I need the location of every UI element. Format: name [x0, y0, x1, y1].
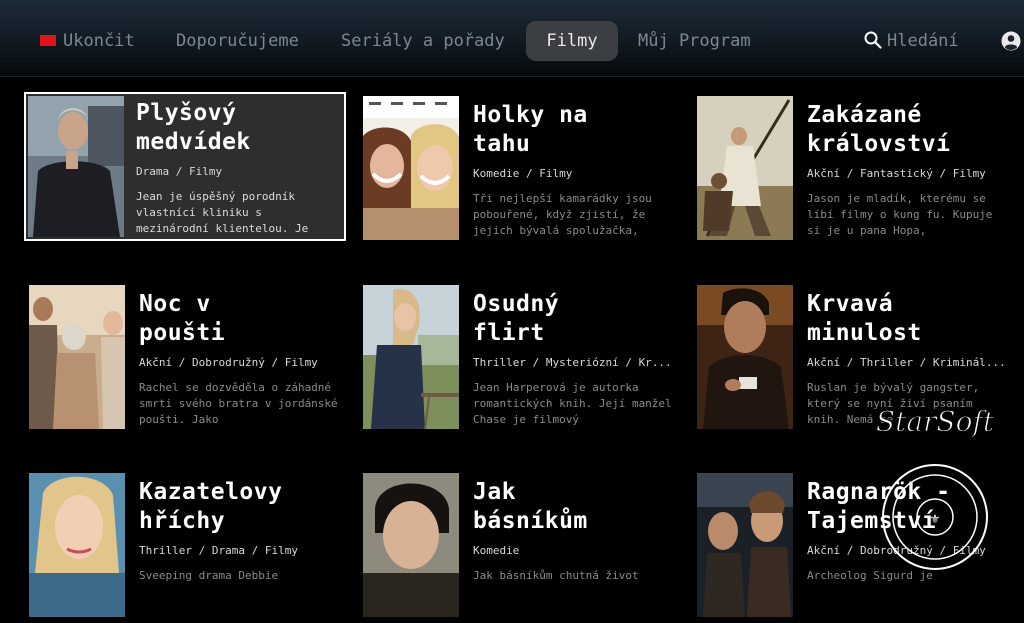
- movie-card[interactable]: Holky na tahu Komedie / Filmy Tři nejlep…: [363, 96, 681, 246]
- movie-card[interactable]: Osudný flirt Thriller / Mysteriózní / Kr…: [363, 285, 681, 435]
- movie-genres: Thriller / Mysteriózní / Kr...: [473, 356, 672, 369]
- movie-card[interactable]: Zakázané království Akční / Fantastický …: [697, 96, 1015, 246]
- movie-title-line2: minulost: [807, 320, 922, 346]
- movie-title-line1: Ragnarök -: [807, 479, 951, 505]
- movie-title-line2: flirt: [473, 320, 545, 346]
- movie-poster: [697, 96, 793, 240]
- search-button[interactable]: Hledání: [887, 21, 959, 61]
- movie-genres: Akční / Fantastický / Filmy: [807, 167, 986, 180]
- tab-series[interactable]: Seriály a pořady: [341, 21, 505, 61]
- tab-my-program[interactable]: Můj Program: [638, 21, 751, 61]
- movie-description: Jean je úspěšný porodník vlastnící klini…: [136, 190, 309, 235]
- movie-description: Rachel se dozvěděla o záhadné smrti svéh…: [139, 381, 338, 426]
- movie-card[interactable]: Noc v poušti Akční / Dobrodružný / Filmy…: [29, 285, 347, 435]
- movie-description: Ruslan je bývalý gangster, který se nyní…: [807, 381, 980, 426]
- exit-button[interactable]: Ukončit: [63, 21, 135, 61]
- movie-genres: Thriller / Drama / Filmy: [139, 544, 298, 557]
- movie-title-line2: tahu: [473, 131, 531, 157]
- movie-description: Tři nejlepší kamarádky jsou pobouřené, k…: [473, 192, 652, 237]
- movie-title-line1: Krvavá: [807, 291, 894, 317]
- movie-title-line1: Holky na: [473, 102, 588, 128]
- movie-poster: [363, 96, 459, 240]
- movie-title-line1: Jak: [473, 479, 517, 505]
- movie-card[interactable]: Plyšový medvídek Drama / Filmy Jean je ú…: [24, 92, 346, 241]
- movie-description: Jak básníkům chutná život: [473, 569, 639, 582]
- movie-title-line1: Kazatelovy: [139, 479, 283, 505]
- movie-title-line1: Zakázané: [807, 102, 922, 128]
- movie-title-line2: Tajemství: [807, 508, 937, 534]
- movie-genres: Akční / Dobrodružný / Filmy: [139, 356, 318, 369]
- movie-genres: Komedie / Filmy: [473, 167, 573, 180]
- movie-card[interactable]: Jak básníkům Komedie Jak básníkům chutná…: [363, 473, 681, 623]
- movie-card[interactable]: Krvavá minulost Akční / Thriller / Krimi…: [697, 285, 1015, 435]
- movie-title-line2: medvídek: [136, 129, 251, 155]
- top-navigation-bar: Ukončit Doporučujeme Seriály a pořady Fi…: [0, 0, 1024, 77]
- movie-card[interactable]: Ragnarök - Tajemství Akční / Dobrodružný…: [697, 473, 1015, 623]
- movie-title-line2: království: [807, 131, 951, 157]
- movie-title-line2: poušti: [139, 320, 226, 346]
- user-profile-icon[interactable]: [1001, 31, 1021, 51]
- movie-title-line1: Osudný: [473, 291, 560, 317]
- tab-recommended[interactable]: Doporučujeme: [176, 21, 299, 61]
- movie-genres: Komedie: [473, 544, 520, 557]
- movie-title-line1: Noc v: [139, 291, 211, 317]
- movie-genres: Akční / Thriller / Kriminál...: [807, 356, 1006, 369]
- movie-title-line2: hříchy: [139, 508, 226, 534]
- search-icon[interactable]: [864, 31, 882, 49]
- movie-description: Archeolog Sigurd je: [807, 569, 933, 582]
- movie-poster: [28, 96, 124, 237]
- exit-flag-icon: [40, 35, 56, 46]
- movie-title-line2: básníkům: [473, 508, 588, 534]
- movie-title-line1: Plyšový: [136, 100, 237, 126]
- movie-poster: [363, 473, 459, 617]
- movie-poster: [29, 285, 125, 429]
- movie-poster: [29, 473, 125, 617]
- movie-card[interactable]: Kazatelovy hříchy Thriller / Drama / Fil…: [29, 473, 347, 623]
- movie-poster: [697, 285, 793, 429]
- movie-genres: Akční / Dobrodružný / Filmy: [807, 544, 986, 557]
- tab-movies[interactable]: Filmy: [526, 21, 618, 61]
- movie-description: Jason je mladík, kterému se líbí filmy o…: [807, 192, 993, 237]
- movie-poster: [697, 473, 793, 617]
- movie-genres: Drama / Filmy: [136, 165, 223, 178]
- movie-description: Sveeping drama Debbie: [139, 569, 279, 582]
- movie-poster: [363, 285, 459, 429]
- movie-description: Jean Harperová je autorka romantických k…: [473, 381, 672, 426]
